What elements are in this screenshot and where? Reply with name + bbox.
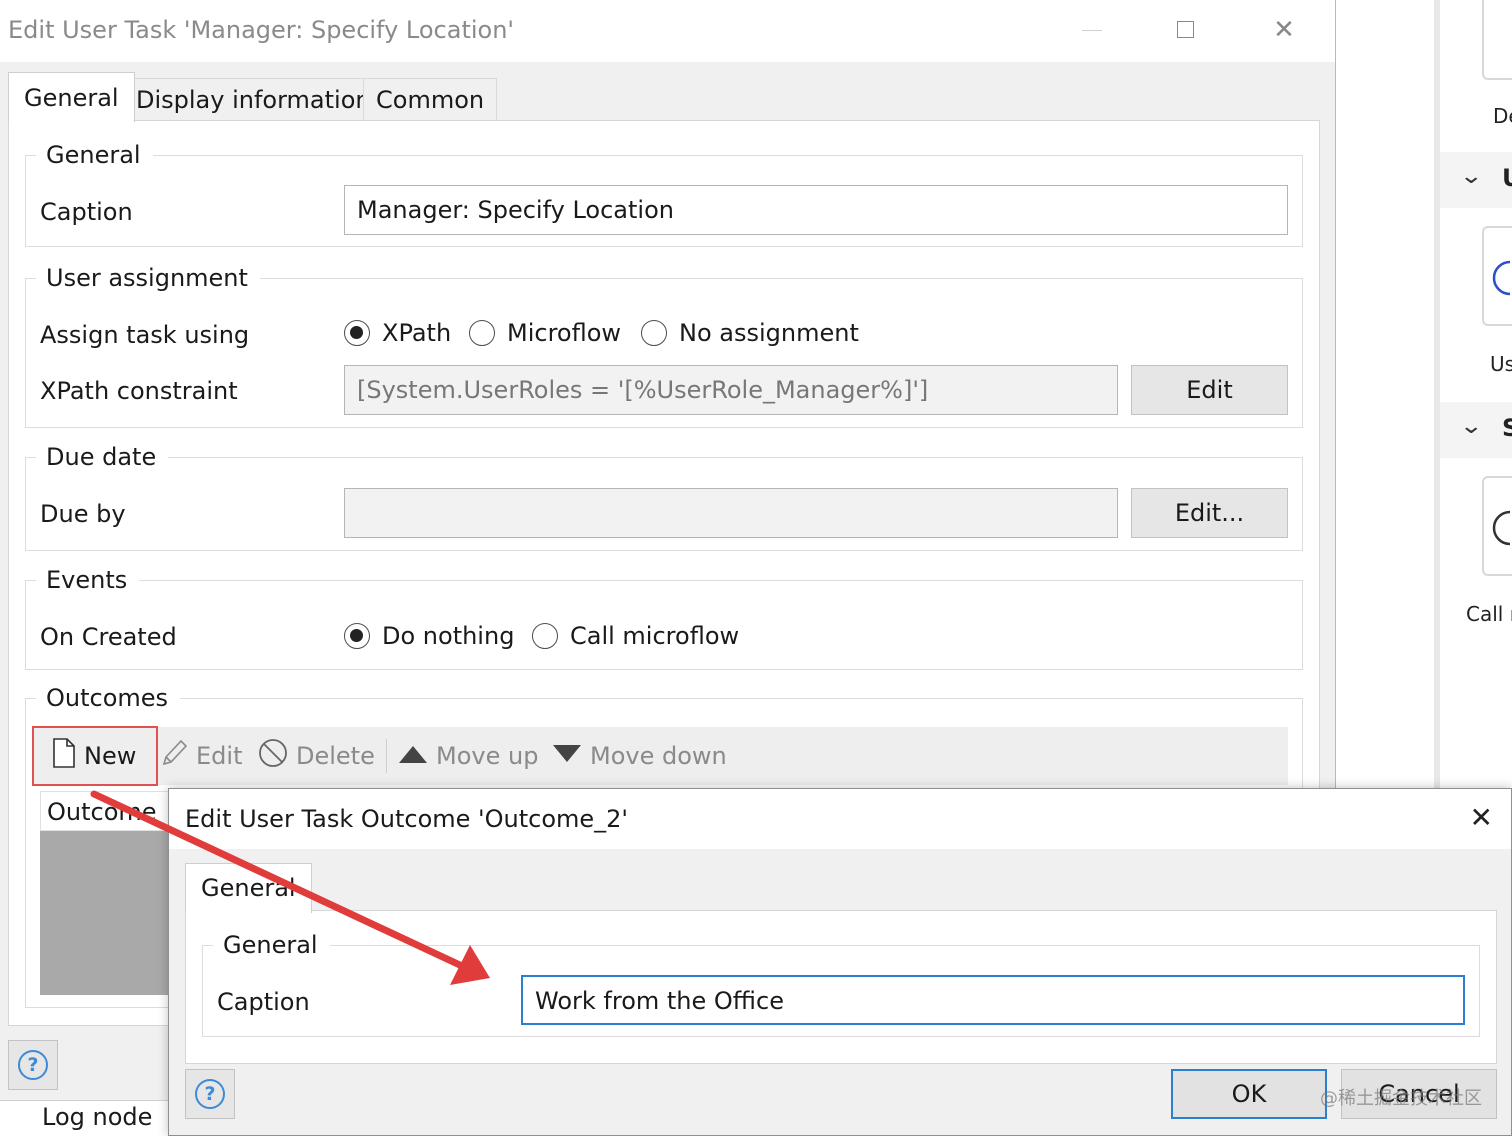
outcomes-toolbar: New Edit Delete Move up Move down <box>34 727 1288 785</box>
radio-xpath-label: XPath <box>382 319 452 347</box>
edit-label: Edit <box>196 742 243 770</box>
main-help-button[interactable]: ? <box>8 1040 58 1090</box>
toolbox-card[interactable] <box>1482 0 1512 80</box>
group-title-user-assignment: User assignment <box>36 262 260 294</box>
toolbox-item-label: De <box>1493 104 1512 128</box>
due-date-edit-button[interactable]: Edit... <box>1131 488 1288 538</box>
move-up-label: Move up <box>436 742 539 770</box>
toolbar-separator <box>386 739 387 773</box>
outcome-general-group: General Caption Work from the Office <box>202 929 1480 1037</box>
watermark: @稀土掘金技术社区 <box>1320 1088 1482 1109</box>
triangle-up-icon <box>398 742 428 770</box>
edit-outcome-dialog: Edit User Task Outcome 'Outcome_2' ✕ Gen… <box>168 788 1512 1136</box>
radio-do-nothing[interactable]: Do nothing <box>344 620 514 652</box>
edit-outcome-button[interactable]: Edit <box>160 735 242 777</box>
user-task-icon <box>1492 260 1511 296</box>
main-dialog-title: Edit User Task 'Manager: Specify Locatio… <box>8 16 515 44</box>
toolbox-card[interactable] <box>1482 476 1512 576</box>
group-title-general: General <box>36 139 153 171</box>
move-down-button[interactable]: Move down <box>552 735 727 777</box>
close-icon[interactable]: ✕ <box>1264 10 1304 50</box>
maximize-icon[interactable] <box>1166 10 1206 50</box>
radio-no-assignment[interactable]: No assignment <box>641 317 859 349</box>
outcome-caption-label: Caption <box>217 988 310 1016</box>
on-created-label: On Created <box>40 623 177 651</box>
triangle-down-icon <box>552 742 582 770</box>
question-icon: ? <box>195 1079 225 1109</box>
microflow-icon <box>1492 510 1511 546</box>
radio-microflow-label: Microflow <box>507 319 622 347</box>
group-title-outcomes: Outcomes <box>36 682 181 714</box>
outcome-dialog-title: Edit User Task Outcome 'Outcome_2' <box>185 805 629 833</box>
toolbox-item-label: Us <box>1490 352 1512 376</box>
radio-do-nothing-label: Do nothing <box>382 622 515 650</box>
outcome-tab-general[interactable]: General <box>185 863 312 913</box>
caption-label: Caption <box>40 198 133 226</box>
toolbox-section-label: S <box>1502 414 1512 442</box>
outcome-tab-page: General Caption Work from the Office <box>185 910 1497 1064</box>
radio-checked-icon <box>344 320 370 346</box>
radio-unchecked-icon <box>641 320 667 346</box>
minimize-icon[interactable] <box>1072 10 1112 50</box>
move-down-label: Move down <box>590 742 727 770</box>
toolbox-section-header[interactable]: ⌄ U <box>1440 152 1512 208</box>
chevron-down-icon: ⌄ <box>1459 164 1484 189</box>
due-by-input[interactable] <box>344 488 1118 538</box>
move-up-button[interactable]: Move up <box>398 735 538 777</box>
radio-no-assignment-label: No assignment <box>679 319 859 347</box>
radio-call-microflow[interactable]: Call microflow <box>532 620 739 652</box>
group-title-events: Events <box>36 564 140 596</box>
radio-xpath[interactable]: XPath <box>344 317 451 349</box>
new-button-highlight <box>32 726 158 786</box>
radio-call-microflow-label: Call microflow <box>570 622 740 650</box>
assign-task-label: Assign task using <box>40 321 250 349</box>
pencil-icon <box>160 738 188 774</box>
outcome-titlebar: Edit User Task Outcome 'Outcome_2' ✕ <box>169 789 1511 849</box>
toolbox-item-label: Call r <box>1466 602 1512 626</box>
outcome-caption-input[interactable]: Work from the Office <box>521 975 1465 1025</box>
due-date-group: Due date Due by Edit... <box>25 441 1303 551</box>
events-group: Events On Created Do nothing Call microf… <box>25 564 1303 670</box>
toolbox-section-label: U <box>1502 164 1512 192</box>
user-assignment-group: User assignment Assign task using XPath … <box>25 262 1303 428</box>
delete-outcome-button[interactable]: Delete <box>258 735 375 777</box>
tab-common[interactable]: Common <box>363 78 498 122</box>
radio-unchecked-icon <box>532 623 558 649</box>
radio-unchecked-icon <box>469 320 495 346</box>
tab-display-information[interactable]: Display information <box>123 78 384 122</box>
xpath-constraint-label: XPath constraint <box>40 377 238 405</box>
group-title-general: General <box>213 929 330 961</box>
close-icon[interactable]: ✕ <box>1470 801 1493 834</box>
log-node-label: Log node <box>42 1103 153 1131</box>
general-group: General Caption Manager: Specify Locatio… <box>25 139 1303 247</box>
question-icon: ? <box>18 1050 48 1080</box>
outcome-grid-body[interactable] <box>40 831 180 995</box>
group-title-due-date: Due date <box>36 441 169 473</box>
main-titlebar: Edit User Task 'Manager: Specify Locatio… <box>0 0 1335 62</box>
radio-checked-icon <box>344 623 370 649</box>
caption-input[interactable]: Manager: Specify Location <box>344 185 1288 235</box>
radio-microflow[interactable]: Microflow <box>469 317 621 349</box>
outcome-help-button[interactable]: ? <box>185 1069 235 1119</box>
toolbox-section-header[interactable]: ⌄ S <box>1440 402 1512 458</box>
due-by-label: Due by <box>40 500 126 528</box>
delete-label: Delete <box>296 742 375 770</box>
xpath-edit-button[interactable]: Edit <box>1131 365 1288 415</box>
tab-general[interactable]: General <box>8 72 135 122</box>
toolbox-card[interactable] <box>1482 226 1512 326</box>
chevron-down-icon: ⌄ <box>1459 414 1484 439</box>
prohibited-icon <box>258 738 288 774</box>
ok-button[interactable]: OK <box>1171 1069 1327 1119</box>
xpath-constraint-input[interactable]: [System.UserRoles = '[%UserRole_Manager%… <box>344 365 1118 415</box>
